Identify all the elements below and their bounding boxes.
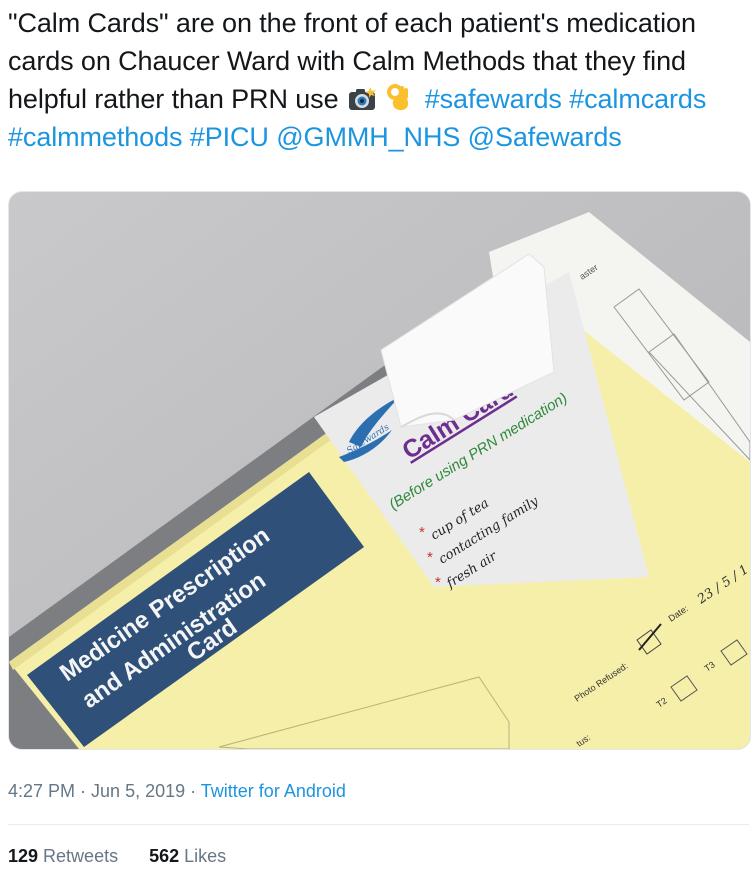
meta-separator: · <box>185 781 201 801</box>
tweet-photo[interactable]: aster Medicine Prescription and Administ… <box>8 191 751 750</box>
hashtag-picu[interactable]: #PICU <box>190 122 269 152</box>
mention-gmmh-nhs[interactable]: @GMMH_NHS <box>276 122 460 152</box>
bullet-3-icon: * <box>435 574 441 591</box>
likes-label: Likes <box>179 846 227 866</box>
hashtag-calmmethods[interactable]: #calmmethods <box>8 122 182 152</box>
tweet-source-link[interactable]: Twitter for Android <box>201 781 346 801</box>
camera-flash-icon <box>348 84 376 110</box>
retweets-label: Retweets <box>38 846 119 866</box>
tweet-meta: 4:27 PM · Jun 5, 2019 · Twitter for Andr… <box>8 781 346 802</box>
tweet-text: "Calm Cards" are on the front of each pa… <box>8 4 748 156</box>
retweets-count: 129 <box>8 846 39 866</box>
meta-separator: · <box>75 781 92 801</box>
divider <box>8 824 749 825</box>
tweet-time: 4:27 PM <box>8 781 76 801</box>
tweet-stats: 129 Retweets 562 Likes <box>8 846 252 867</box>
hashtag-calmcards[interactable]: #calmcards <box>569 84 706 114</box>
retweets-stat[interactable]: 129 Retweets <box>8 846 118 866</box>
calm-card-photo: aster Medicine Prescription and Administ… <box>9 192 750 749</box>
hashtag-safewards[interactable]: #safewards <box>425 84 562 114</box>
likes-count: 562 <box>149 846 180 866</box>
bullet-2-icon: * <box>427 549 433 566</box>
likes-stat[interactable]: 562 Likes <box>149 846 226 866</box>
tweet-date[interactable]: Jun 5, 2019 <box>91 781 185 801</box>
bullet-1-icon: * <box>419 524 425 541</box>
ok-hand-icon <box>387 84 415 111</box>
mention-safewards[interactable]: @Safewards <box>468 122 622 152</box>
